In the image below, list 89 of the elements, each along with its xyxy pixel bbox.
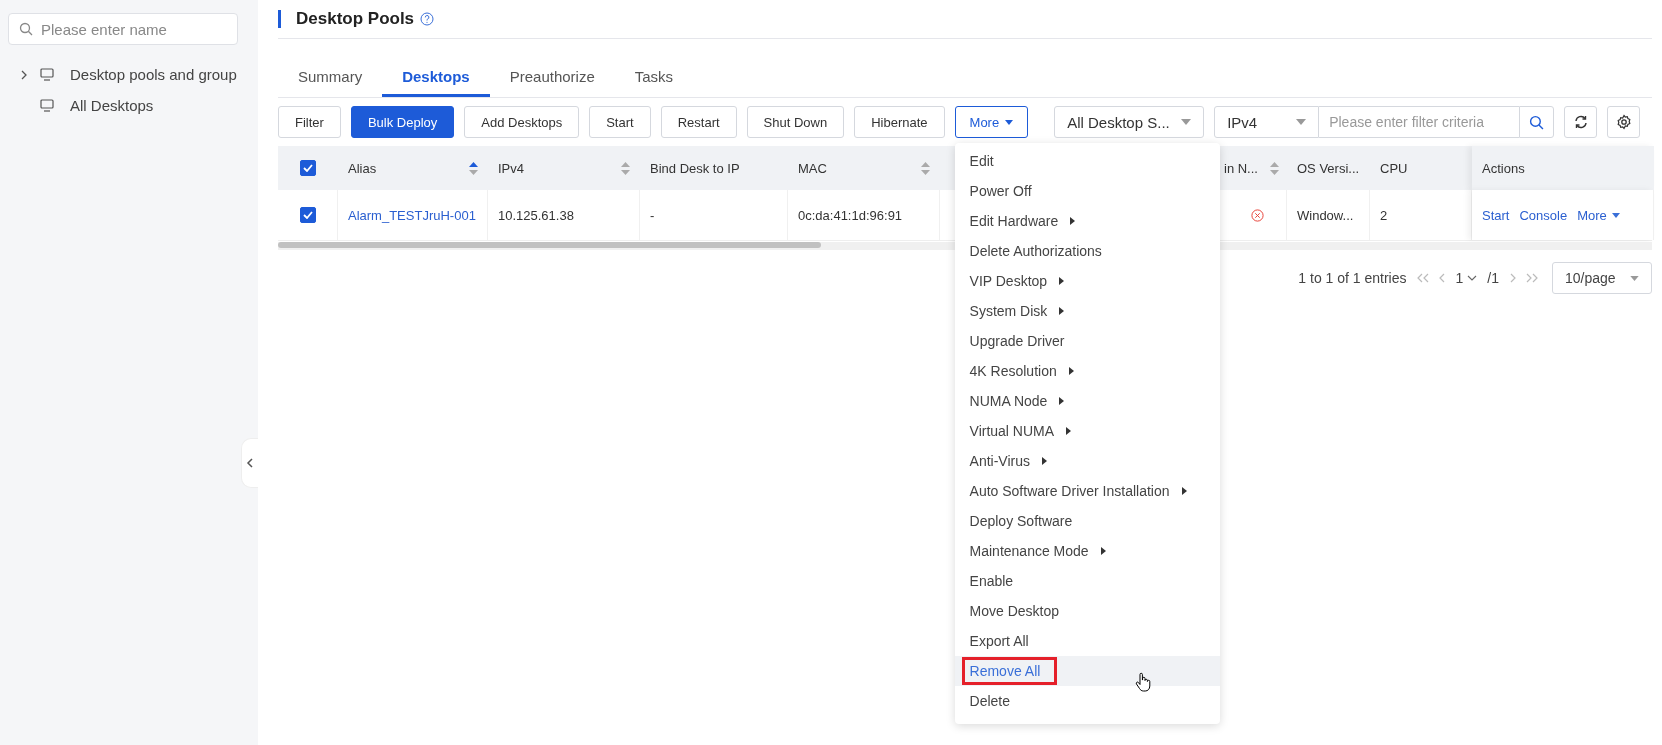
table-cell: Window... bbox=[1297, 207, 1354, 223]
menu-item[interactable]: Edit Hardware bbox=[954, 206, 1220, 236]
search-field[interactable]: Please enter name bbox=[8, 13, 238, 45]
caret-down-icon bbox=[1630, 275, 1639, 281]
menu-item[interactable]: Edit bbox=[954, 146, 1220, 176]
collapse-handle[interactable] bbox=[241, 438, 258, 488]
page-total: /1 bbox=[1487, 270, 1499, 286]
tab[interactable]: Tasks bbox=[614, 59, 694, 97]
toolbar-button[interactable]: Restart bbox=[660, 106, 737, 138]
menu-item[interactable]: Delete bbox=[954, 686, 1220, 716]
first-page-icon[interactable] bbox=[1416, 273, 1429, 283]
table-cell: 2 bbox=[1380, 207, 1388, 223]
menu-item[interactable]: VIP Desktop bbox=[954, 266, 1220, 296]
menu-item[interactable]: Maintenance Mode bbox=[954, 536, 1220, 566]
hand-cursor-icon bbox=[1134, 672, 1151, 692]
caret-down-icon bbox=[1005, 119, 1014, 125]
refresh-button[interactable] bbox=[1564, 106, 1598, 138]
caret-down-icon bbox=[1296, 119, 1307, 125]
toolbar-button[interactable]: Hibernate bbox=[854, 106, 945, 138]
previous-page-icon[interactable] bbox=[1438, 273, 1446, 283]
action-link[interactable]: Console bbox=[1519, 207, 1568, 223]
toolbar-button[interactable]: Add Desktops bbox=[464, 106, 580, 138]
column-header: IPv4 bbox=[498, 160, 524, 176]
menu-item[interactable]: Virtual NUMA bbox=[954, 416, 1220, 446]
next-page-icon[interactable] bbox=[1509, 273, 1516, 283]
monitor-icon bbox=[40, 68, 54, 81]
column-header: MAC bbox=[798, 160, 827, 176]
search-icon bbox=[1529, 114, 1545, 130]
tree-item[interactable]: All Desktops bbox=[0, 90, 258, 121]
search-button[interactable] bbox=[1519, 106, 1555, 138]
scrollbar-thumb[interactable] bbox=[278, 242, 821, 248]
settings-button[interactable] bbox=[1607, 106, 1641, 138]
entries-summary: 1 to 1 of 1 entries bbox=[1298, 270, 1407, 286]
menu-item[interactable]: Power Off bbox=[954, 176, 1220, 206]
checkbox[interactable] bbox=[300, 160, 316, 176]
page-select[interactable]: 1 bbox=[1455, 270, 1478, 286]
tab[interactable]: Summary bbox=[278, 59, 383, 97]
menu-item[interactable]: Enable bbox=[954, 566, 1220, 596]
column-header: Bind Desk to IP bbox=[650, 160, 740, 176]
table-cell: 10.125.61.38 bbox=[498, 207, 574, 223]
toolbar-button[interactable]: Shut Down bbox=[746, 106, 845, 138]
column-header: in N... bbox=[1224, 160, 1258, 176]
monitor-icon bbox=[40, 99, 54, 112]
error-status-icon bbox=[1251, 208, 1264, 222]
column-header: OS Versi... bbox=[1297, 160, 1360, 176]
table-cell: - bbox=[650, 207, 655, 223]
search-input[interactable]: Please enter name bbox=[39, 19, 223, 39]
menu-item[interactable]: Delete Authorizations bbox=[954, 236, 1220, 266]
toolbar-button[interactable]: Filter bbox=[278, 106, 341, 138]
help-icon[interactable] bbox=[420, 12, 435, 26]
action-link[interactable]: More bbox=[1577, 207, 1620, 223]
page-title: Desktop Pools bbox=[296, 9, 415, 29]
menu-item[interactable]: Move Desktop bbox=[954, 596, 1220, 626]
sort-icon[interactable] bbox=[469, 161, 478, 175]
table-cell: 0c:da:41:1d:96:91 bbox=[798, 207, 903, 223]
ip-type-select[interactable]: IPv4 bbox=[1214, 106, 1320, 138]
settings-icon bbox=[1615, 114, 1632, 130]
toolbar-button[interactable]: More bbox=[954, 106, 1029, 138]
caret-down-icon bbox=[1611, 212, 1620, 218]
menu-item[interactable]: Anti-Virus bbox=[954, 446, 1220, 476]
check-icon bbox=[302, 211, 313, 219]
chevron-icon[interactable] bbox=[20, 69, 28, 80]
menu-item[interactable]: Export All bbox=[954, 626, 1220, 656]
status-select[interactable]: All Desktop S... bbox=[1054, 106, 1205, 138]
column-header: CPU bbox=[1380, 160, 1408, 176]
tab[interactable]: Preauthorize bbox=[489, 59, 615, 97]
action-link[interactable]: Start bbox=[1482, 207, 1510, 223]
last-page-icon[interactable] bbox=[1526, 273, 1538, 283]
page-size-select[interactable]: 10/page bbox=[1552, 262, 1652, 294]
refresh-icon bbox=[1572, 114, 1589, 130]
menu-item[interactable]: Auto Software Driver Installation bbox=[954, 476, 1220, 506]
toolbar-button[interactable]: Bulk Deploy bbox=[350, 106, 455, 138]
menu-item[interactable]: Upgrade Driver bbox=[954, 326, 1220, 356]
menu-item[interactable]: NUMA Node bbox=[954, 386, 1220, 416]
menu-item[interactable]: 4K Resolution bbox=[954, 356, 1220, 386]
check-icon bbox=[303, 164, 313, 172]
menu-item[interactable]: System Disk bbox=[954, 296, 1220, 326]
chevron-down-icon bbox=[1467, 275, 1478, 281]
filter-input[interactable]: Please enter filter criteria bbox=[1319, 106, 1520, 138]
toolbar-button[interactable]: Start bbox=[589, 106, 651, 138]
alias-link[interactable]: Alarm_TESTJruH-001 bbox=[348, 207, 476, 223]
tree-item[interactable]: Desktop pools and group bbox=[0, 59, 258, 90]
actions-header: Actions bbox=[1472, 146, 1654, 190]
search-icon bbox=[19, 22, 33, 36]
checkbox[interactable] bbox=[299, 207, 316, 223]
column-header: Alias bbox=[348, 160, 377, 176]
caret-down-icon bbox=[1181, 119, 1192, 125]
menu-item[interactable]: Deploy Software bbox=[954, 506, 1220, 536]
tab[interactable]: Desktops bbox=[382, 59, 490, 97]
